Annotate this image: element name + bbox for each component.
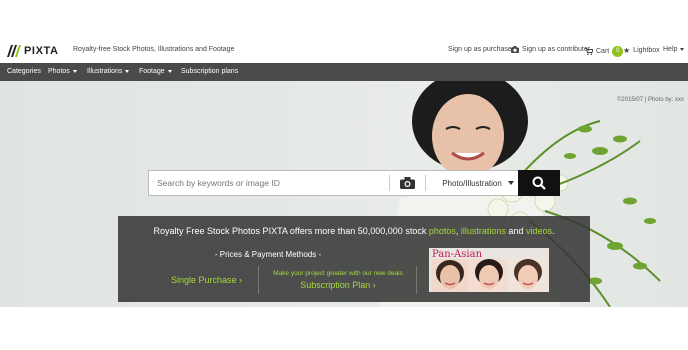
help-menu[interactable]: Help [663,46,685,53]
chevron-down-icon [125,70,130,73]
cart-link[interactable]: Cart 0 [585,46,624,57]
nav-subscription-plans[interactable]: Subscription plans [181,68,238,75]
image-search-button[interactable] [395,174,419,192]
tagline: Royalty-free Stock Photos, Illustrations… [73,46,235,53]
prices-heading: - Prices & Payment Methods - [214,250,322,259]
headline-end: . [551,226,555,236]
subscription-note: Make your project greater with our new d… [273,270,403,277]
logo-text: PIXTA [24,45,59,57]
pan-asian-banner[interactable]: Pan-Asian [429,248,549,292]
single-purchase-link[interactable]: Single Purchase › [171,275,242,285]
cart-count-badge: 0 [612,46,624,57]
chevron-down-icon [72,70,77,73]
media-type-value: Photo/Illustration [442,178,502,188]
main-nav: Categories Photos Illustrations Footage … [0,63,688,81]
illustrations-link[interactable]: illustrations [461,226,506,236]
nav-photos[interactable]: Photos [48,68,77,75]
pixta-logo-icon [7,45,21,57]
nav-label: Illustrations [87,68,123,75]
camera-icon [511,46,519,53]
cart-label: Cart [596,48,610,55]
star-icon: ★ [623,46,631,55]
pixta-logo[interactable]: PIXTA [7,44,59,58]
search-button[interactable] [518,170,560,196]
search-bar: Photo/Illustration [148,170,560,196]
headline-sep: and [505,226,526,236]
lightbox-link[interactable]: ★ Lightbox [623,46,660,55]
chevron-down-icon [680,48,685,51]
nav-label: Categories [7,68,41,75]
divider [425,175,426,191]
promo-panel: Royalty Free Stock Photos PIXTA offers m… [118,216,590,302]
search-input[interactable] [149,171,389,195]
camera-icon [399,177,415,189]
signup-purchaser-link[interactable]: Sign up as purchaser [448,46,514,53]
nav-illustrations[interactable]: Illustrations [87,68,130,75]
page-below-fold [0,307,688,350]
subscription-plan-link[interactable]: Subscription Plan › [268,280,408,290]
chevron-down-icon [167,70,172,73]
signup-contributor-link[interactable]: Sign up as contributor [511,46,590,53]
videos-link[interactable]: videos [526,226,552,236]
headline-text: Royalty Free Stock Photos PIXTA offers m… [153,226,429,236]
photo-credit: ©2015/07 | Photo by: xxx [616,97,684,103]
chevron-down-icon [507,181,514,185]
divider [258,266,259,294]
divider [389,175,390,191]
help-label: Help [663,46,678,53]
lightbox-label: Lightbox [633,47,660,54]
nav-footage[interactable]: Footage [139,68,172,75]
portrait-image [470,259,508,292]
promo-headline: Royalty Free Stock Photos PIXTA offers m… [118,226,590,236]
portrait-image [431,259,469,292]
top-header: PIXTA Royalty-free Stock Photos, Illustr… [0,38,688,62]
search-icon [532,176,546,190]
nav-label: Subscription plans [181,68,239,75]
media-type-select[interactable]: Photo/Illustration [433,171,523,195]
signup-contributor-label: Sign up as contributor [522,46,591,53]
nav-categories[interactable]: Categories [7,68,41,75]
portrait-image [509,259,547,292]
cart-icon [585,48,593,55]
photos-link[interactable]: photos [429,226,456,236]
divider [416,266,417,294]
nav-label: Footage [139,68,165,75]
nav-label: Photos [48,68,70,75]
